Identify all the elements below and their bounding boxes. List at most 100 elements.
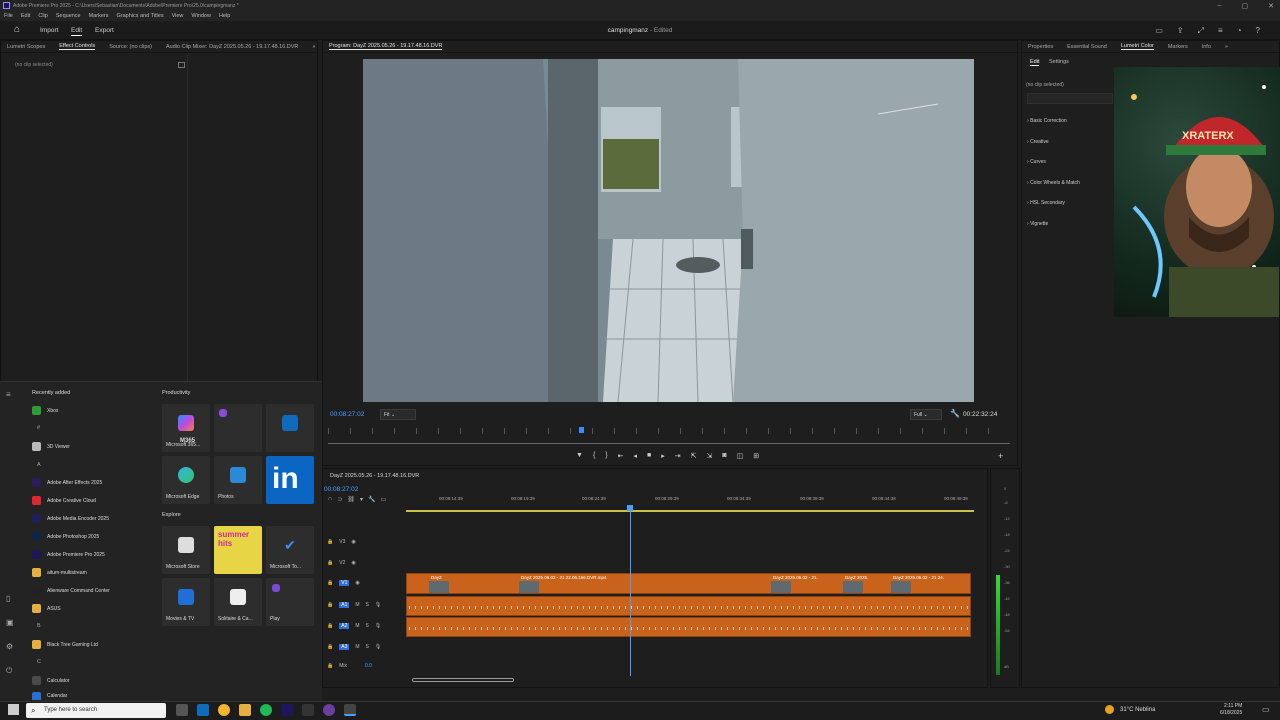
mic-icon[interactable]: 🎙 bbox=[375, 644, 381, 650]
more-tabs-icon[interactable]: » bbox=[312, 44, 315, 50]
edit-tab[interactable]: Edit bbox=[71, 27, 83, 36]
letter-a[interactable]: A bbox=[37, 462, 41, 468]
video-clip-group[interactable]: DayZ DayZ 2025.06.02 - 21.22.06.166.DVR.… bbox=[406, 573, 971, 594]
app-asus[interactable]: ASUS bbox=[32, 604, 61, 613]
solo-icon[interactable]: S bbox=[366, 623, 369, 629]
app-after-effects[interactable]: Adobe After Effects 2025 bbox=[32, 478, 102, 487]
notification-icon[interactable]: ◔ bbox=[1237, 26, 1242, 36]
workspace-icon[interactable]: ≡ bbox=[1218, 26, 1223, 36]
menu-sequence[interactable]: Sequence bbox=[56, 13, 81, 19]
resolution-select[interactable]: Full ⌄ bbox=[910, 409, 942, 420]
home-icon[interactable]: ⌂ bbox=[14, 25, 25, 35]
go-to-in-icon[interactable]: ⇤ bbox=[618, 452, 624, 460]
marker-icon[interactable]: ▾ bbox=[360, 496, 363, 503]
tab-effect-controls[interactable]: Effect Controls bbox=[59, 43, 96, 50]
extract-icon[interactable]: ⇲ bbox=[707, 452, 713, 460]
track-a2[interactable]: 🔒 A2 M S 🎙 bbox=[327, 623, 381, 629]
tab-lumetri-color[interactable]: Lumetri Color bbox=[1120, 43, 1154, 50]
tab-audio-clip-mixer[interactable]: Audio Clip Mixer: DayZ 2025.05.26 - 19.1… bbox=[166, 44, 298, 50]
eye-icon[interactable]: ◉ bbox=[351, 560, 355, 566]
mix-value[interactable]: 0.0 bbox=[365, 663, 372, 669]
snip-tool-icon[interactable] bbox=[344, 704, 356, 716]
lock-icon[interactable]: 🔒 bbox=[327, 580, 333, 586]
mute-icon[interactable]: M bbox=[355, 623, 359, 629]
app-aitum[interactable]: aitum-multistream bbox=[32, 568, 87, 577]
notification-center-icon[interactable]: ▭ bbox=[1262, 705, 1270, 714]
track-v3[interactable]: 🔒 V3 ◉ bbox=[327, 539, 356, 545]
go-to-out-icon[interactable]: ⇥ bbox=[675, 452, 681, 460]
track-mix[interactable]: 🔒 Mix 0.0 bbox=[327, 663, 372, 669]
minimize-button[interactable]: – bbox=[1218, 2, 1222, 9]
add-button-icon[interactable]: + bbox=[998, 451, 1003, 461]
section-curves[interactable]: › Curves bbox=[1027, 159, 1046, 165]
mic-icon[interactable]: 🎙 bbox=[375, 602, 381, 608]
pictures-icon[interactable]: ▣ bbox=[6, 618, 14, 627]
step-back-icon[interactable]: ◂ bbox=[634, 452, 638, 460]
maximize-button[interactable]: ▢ bbox=[1242, 2, 1249, 10]
capcut-icon[interactable] bbox=[302, 704, 314, 716]
letter-b[interactable]: B bbox=[37, 623, 41, 629]
import-tab[interactable]: Import bbox=[40, 27, 58, 34]
add-marker-icon[interactable]: ▼ bbox=[576, 452, 583, 460]
camera-icon[interactable]: ◙ bbox=[722, 452, 726, 460]
obs-icon[interactable] bbox=[323, 704, 335, 716]
snap-magnet-icon[interactable]: ⊃ bbox=[337, 496, 342, 503]
tile-movies[interactable]: Movies & TV bbox=[162, 578, 210, 626]
mute-icon[interactable]: M bbox=[355, 602, 359, 608]
compare-icon[interactable]: ◫ bbox=[737, 452, 744, 460]
hamburger-icon[interactable]: ≡ bbox=[6, 390, 14, 399]
menu-markers[interactable]: Markers bbox=[89, 13, 109, 19]
tile-solitaire[interactable]: Solitaire & Ca... bbox=[214, 578, 262, 626]
zoom-fit-select[interactable]: Fit ⌄ bbox=[380, 409, 416, 420]
timeline-timecode[interactable]: 00:08:27:02 bbox=[324, 486, 358, 493]
app-calendar[interactable]: Calendar bbox=[32, 692, 67, 700]
lumetri-clip-field[interactable] bbox=[1027, 93, 1113, 104]
file-explorer-icon[interactable] bbox=[239, 704, 251, 716]
menu-window[interactable]: Window bbox=[191, 13, 211, 19]
step-forward-icon[interactable]: ▸ bbox=[661, 452, 665, 460]
tile-summer-hits[interactable]: summer hits bbox=[214, 526, 262, 574]
app-premiere[interactable]: Adobe Premiere Pro 2025 bbox=[32, 550, 105, 559]
mic-icon[interactable]: 🎙 bbox=[375, 623, 381, 629]
eye-icon[interactable]: ◉ bbox=[351, 539, 355, 545]
app-calculator[interactable]: Calculator bbox=[32, 676, 70, 685]
close-button[interactable]: ✕ bbox=[1268, 2, 1274, 10]
section-color-wheels[interactable]: › Color Wheels & Match bbox=[1027, 180, 1080, 186]
tile-m365[interactable]: M365 Microsoft 365... bbox=[162, 404, 210, 452]
solo-icon[interactable]: S bbox=[366, 644, 369, 650]
lumetri-edit-tab[interactable]: Edit bbox=[1030, 59, 1040, 66]
sequence-tab[interactable]: DayZ 2025.05.26 - 19.17.48.16.DVR bbox=[330, 473, 419, 479]
lock-icon[interactable]: 🔒 bbox=[327, 623, 333, 629]
app-photoshop[interactable]: Adobe Photoshop 2025 bbox=[32, 532, 99, 541]
solo-icon[interactable]: S bbox=[366, 602, 369, 608]
letter-c[interactable]: C bbox=[37, 659, 41, 665]
lock-icon[interactable]: 🔒 bbox=[327, 560, 333, 566]
audio-clip-a1[interactable] bbox=[406, 596, 971, 616]
power-icon[interactable]: ⏻ bbox=[6, 666, 14, 676]
work-area-bar[interactable] bbox=[406, 510, 974, 512]
tab-source[interactable]: Source: (no clips) bbox=[109, 44, 152, 50]
lock-icon[interactable]: 🔒 bbox=[327, 644, 333, 650]
menu-view[interactable]: View bbox=[172, 13, 184, 19]
app-xbox[interactable]: Xbox bbox=[32, 406, 58, 415]
spotify-icon[interactable] bbox=[260, 704, 272, 716]
tab-properties[interactable]: Properties bbox=[1028, 44, 1053, 50]
lift-icon[interactable]: ⇱ bbox=[691, 452, 697, 460]
track-v2[interactable]: 🔒 V2 ◉ bbox=[327, 560, 356, 566]
weather-text[interactable]: 31°C Neblina bbox=[1120, 707, 1155, 713]
taskbar-search[interactable]: ⌕ Type here to search bbox=[26, 703, 166, 718]
section-creative[interactable]: › Creative bbox=[1027, 139, 1049, 145]
app-alienware[interactable]: Alienware Command Center bbox=[32, 586, 110, 595]
tile-linkedin[interactable]: in bbox=[266, 456, 314, 504]
mark-out-icon[interactable]: } bbox=[605, 452, 607, 460]
document-icon[interactable]: ▯ bbox=[6, 594, 14, 603]
section-hsl-secondary[interactable]: › HSL Secondary bbox=[1027, 200, 1065, 206]
tab-markers[interactable]: Markers bbox=[1168, 44, 1188, 50]
eye-icon[interactable]: ◉ bbox=[355, 580, 359, 586]
lock-icon[interactable]: 🔒 bbox=[327, 539, 333, 545]
snap-icon[interactable] bbox=[178, 62, 185, 68]
program-playhead[interactable] bbox=[579, 427, 584, 433]
app-media-encoder[interactable]: Adobe Media Encoder 2025 bbox=[32, 514, 109, 523]
timeline-playhead[interactable] bbox=[630, 506, 631, 676]
tile-store[interactable]: Microsoft Store bbox=[162, 526, 210, 574]
